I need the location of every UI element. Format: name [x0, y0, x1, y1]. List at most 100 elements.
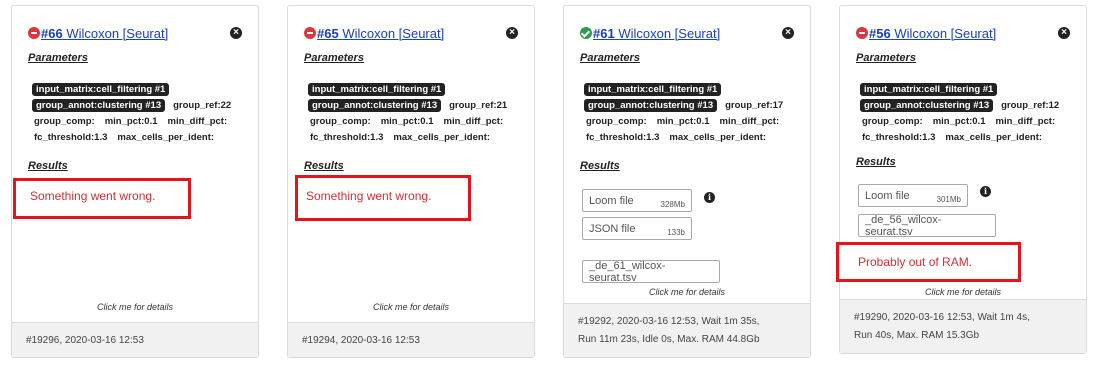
- error-status-icon: [856, 27, 868, 39]
- job-title-link[interactable]: #66 Wilcoxon [Seurat]: [41, 26, 168, 41]
- footer-line: #19294, 2020-03-16 12:53: [302, 335, 420, 346]
- param-value: group_ref:12: [1001, 99, 1060, 111]
- error-status-icon: [304, 27, 316, 39]
- param-pill: group_annot:clustering #13: [308, 98, 442, 112]
- card-title: #66 Wilcoxon [Seurat]: [28, 24, 168, 42]
- parameters-label: Parameters: [28, 52, 88, 64]
- results-label: Results: [28, 160, 68, 172]
- close-icon[interactable]: ×: [782, 27, 794, 39]
- error-status-icon: [28, 27, 40, 39]
- param-value: max_cells_per_ident:: [945, 131, 1043, 143]
- close-icon[interactable]: ×: [230, 27, 242, 39]
- highlight-box: [295, 175, 471, 221]
- job-title-link[interactable]: #65 Wilcoxon [Seurat]: [317, 26, 444, 41]
- results-label: Results: [856, 156, 896, 168]
- click-for-details[interactable]: Click me for details: [564, 287, 810, 297]
- json-file-button[interactable]: JSON file 133b: [582, 217, 692, 240]
- param-pill: input_matrix:cell_filtering #1: [32, 82, 170, 96]
- loom-file-button[interactable]: Loom file 301Mb: [858, 184, 968, 207]
- param-line: group_annot:clustering #13 group_ref:17: [584, 98, 785, 112]
- job-title-link[interactable]: #61 Wilcoxon [Seurat]: [593, 26, 720, 41]
- param-pill: group_annot:clustering #13: [860, 98, 994, 112]
- param-value: group_comp:: [310, 115, 371, 127]
- file-name: _de_61_wilcox-seurat.tsv: [589, 259, 666, 284]
- file-name: _de_56_wilcox-seurat.tsv: [865, 213, 942, 238]
- param-pill: group_annot:clustering #13: [32, 98, 166, 112]
- param-value: group_comp:: [586, 115, 647, 127]
- param-value: fc_threshold:1.3: [862, 131, 936, 143]
- file-size: 133b: [667, 228, 685, 237]
- param-value: group_ref:17: [725, 99, 784, 111]
- param-line: input_matrix:cell_filtering #1: [32, 82, 170, 96]
- loom-file-button[interactable]: Loom file 328Mb: [582, 189, 692, 212]
- card-footer: #19292, 2020-03-16 12:53, Wait 1m 35s, R…: [564, 303, 810, 357]
- param-pill: group_annot:clustering #13: [584, 98, 718, 112]
- file-size: 301Mb: [936, 195, 961, 204]
- job-card-65[interactable]: #65 Wilcoxon [Seurat] × Parameters input…: [287, 5, 535, 358]
- close-icon[interactable]: ×: [1058, 27, 1070, 39]
- info-icon[interactable]: i: [704, 192, 715, 203]
- param-value: group_comp:: [34, 115, 95, 127]
- job-card-56[interactable]: #56 Wilcoxon [Seurat] × Parameters input…: [836, 5, 1087, 354]
- job-title-link[interactable]: #56 Wilcoxon [Seurat]: [869, 26, 996, 41]
- param-line: input_matrix:cell_filtering #1: [584, 82, 722, 96]
- param-line: fc_threshold:1.3 max_cells_per_ident:: [860, 130, 1044, 144]
- file-size: 328Mb: [660, 200, 685, 209]
- param-value: min_diff_pct:: [167, 115, 228, 127]
- parameters-label: Parameters: [856, 52, 916, 64]
- param-value: max_cells_per_ident:: [117, 131, 215, 143]
- param-value: max_cells_per_ident:: [669, 131, 767, 143]
- param-value: group_comp:: [862, 115, 923, 127]
- param-value: max_cells_per_ident:: [393, 131, 491, 143]
- param-pill: input_matrix:cell_filtering #1: [308, 82, 446, 96]
- param-line: group_annot:clustering #13 group_ref:22: [32, 98, 233, 112]
- tsv-file-button[interactable]: _de_61_wilcox-seurat.tsv: [582, 259, 720, 284]
- param-value: min_pct:0.1: [104, 115, 158, 127]
- card-footer: #19296, 2020-03-16 12:53: [12, 322, 258, 357]
- param-value: min_pct:0.1: [380, 115, 434, 127]
- job-card-61[interactable]: #61 Wilcoxon [Seurat] × Parameters input…: [563, 5, 811, 358]
- card-title: #65 Wilcoxon [Seurat]: [304, 24, 444, 42]
- card-title: #61 Wilcoxon [Seurat]: [580, 24, 720, 42]
- param-line: group_comp: min_pct:0.1 min_diff_pct:: [584, 114, 781, 128]
- highlight-box: [13, 178, 191, 219]
- param-line: input_matrix:cell_filtering #1: [860, 82, 998, 96]
- card-footer: #19290, 2020-03-16 12:53, Wait 1m 4s, Ru…: [840, 299, 1086, 353]
- param-line: fc_threshold:1.3 max_cells_per_ident:: [32, 130, 216, 144]
- card-footer: #19294, 2020-03-16 12:53: [288, 322, 534, 357]
- param-line: group_annot:clustering #13 group_ref:12: [860, 98, 1061, 112]
- param-line: group_comp: min_pct:0.1 min_diff_pct:: [32, 114, 229, 128]
- job-card-66[interactable]: #66 Wilcoxon [Seurat] × Parameters input…: [11, 5, 259, 358]
- param-pill: input_matrix:cell_filtering #1: [860, 82, 998, 96]
- results-label: Results: [304, 160, 344, 172]
- info-icon[interactable]: i: [980, 186, 991, 197]
- param-line: group_comp: min_pct:0.1 min_diff_pct:: [860, 114, 1057, 128]
- param-value: fc_threshold:1.3: [310, 131, 384, 143]
- param-line: fc_threshold:1.3 max_cells_per_ident:: [584, 130, 768, 144]
- card-title: #56 Wilcoxon [Seurat]: [856, 24, 996, 42]
- footer-line: Run 40s, Max. RAM 15.3Gb: [854, 330, 980, 341]
- click-for-details[interactable]: Click me for details: [288, 302, 534, 312]
- footer-line: #19292, 2020-03-16 12:53, Wait 1m 35s,: [578, 316, 760, 327]
- param-line: group_comp: min_pct:0.1 min_diff_pct:: [308, 114, 505, 128]
- param-value: fc_threshold:1.3: [586, 131, 660, 143]
- file-name: Loom file: [589, 194, 634, 207]
- results-label: Results: [580, 160, 620, 172]
- param-value: min_pct:0.1: [932, 115, 986, 127]
- click-for-details[interactable]: Click me for details: [12, 302, 258, 312]
- tsv-file-button[interactable]: _de_56_wilcox-seurat.tsv: [858, 213, 996, 238]
- highlight-box: [836, 242, 1021, 282]
- param-line: group_annot:clustering #13 group_ref:21: [308, 98, 509, 112]
- success-status-icon: [580, 27, 592, 39]
- close-icon[interactable]: ×: [506, 27, 518, 39]
- param-pill: input_matrix:cell_filtering #1: [584, 82, 722, 96]
- param-value: group_ref:21: [449, 99, 508, 111]
- file-name: Loom file: [865, 189, 910, 202]
- param-value: group_ref:22: [173, 99, 232, 111]
- file-name: JSON file: [589, 222, 636, 235]
- param-value: min_diff_pct:: [443, 115, 504, 127]
- parameters-label: Parameters: [304, 52, 364, 64]
- param-value: fc_threshold:1.3: [34, 131, 108, 143]
- click-for-details[interactable]: Click me for details: [840, 287, 1086, 297]
- parameters-label: Parameters: [580, 52, 640, 64]
